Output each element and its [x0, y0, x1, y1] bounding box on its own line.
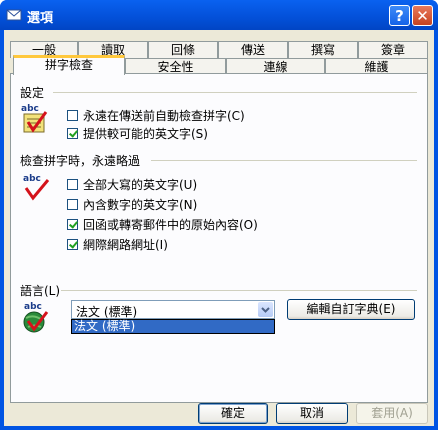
checkbox-box[interactable] [67, 219, 78, 230]
suggest-replacements-checkbox[interactable]: 提供較可能的英文字(S) [67, 125, 208, 142]
language-select[interactable]: 法文 (標準) [71, 300, 275, 319]
checkbox-box[interactable] [67, 199, 78, 210]
window-title: 選項 [27, 11, 54, 26]
checkbox-box[interactable] [67, 110, 78, 121]
settings-group-title: 設定 [20, 86, 45, 100]
dialog-client: 一般 讀取 回條 傳送 撰寫 簽章 拼字檢查 安全性 連線 維護 設定 abc [4, 30, 434, 426]
language-dropdown-list: 法文 (標準) [71, 319, 275, 334]
ignore-divider [151, 160, 417, 161]
tab-compose[interactable]: 撰寫 [288, 41, 358, 58]
checkbox-label: 提供較可能的英文字(S) [83, 127, 208, 141]
checkbox-box[interactable] [67, 179, 78, 190]
edit-custom-dictionary-button[interactable]: 編輯自訂字典(E) [287, 299, 415, 320]
svg-text:abc: abc [24, 302, 42, 312]
ignore-uppercase-checkbox[interactable]: 全部大寫的英文字(U) [67, 176, 197, 193]
settings-divider [53, 92, 417, 93]
ignore-group-title: 檢查拼字時，永遠略過 [20, 154, 141, 168]
checkbox-label: 網際網路網址(I) [83, 238, 168, 252]
ignore-numbers-checkbox[interactable]: 內含數字的英文字(N) [67, 196, 197, 213]
spelling-check-icon: abc [23, 174, 50, 201]
close-button[interactable]: ✕ [412, 5, 433, 26]
checkbox-label: 內含數字的英文字(N) [83, 198, 198, 212]
options-window: 選項 ? ✕ 一般 讀取 回條 傳送 撰寫 簽章 拼字檢查 安全性 連線 維護 … [0, 0, 438, 430]
language-divider [61, 290, 417, 291]
ok-button[interactable]: 確定 [198, 403, 268, 424]
ignore-internet-addresses-checkbox[interactable]: 網際網路網址(I) [67, 236, 168, 253]
ignore-original-text-checkbox[interactable]: 回函或轉寄郵件中的原始內容(O) [67, 216, 258, 233]
tab-panel: 設定 abc 永遠在傳送前自動檢查拼字(C) 提供較可能的英文字(S) 檢查拼字… [10, 73, 428, 403]
tab-receipts[interactable]: 回條 [148, 41, 218, 58]
tab-send[interactable]: 傳送 [218, 41, 288, 58]
svg-text:abc: abc [21, 104, 39, 114]
language-group-title: 語言(L) [20, 284, 61, 298]
outlook-express-icon [6, 9, 22, 21]
checkbox-box[interactable] [67, 128, 78, 139]
tab-signatures[interactable]: 簽章 [358, 41, 428, 58]
language-option[interactable]: 法文 (標準) [72, 320, 274, 333]
apply-button[interactable]: 套用(A) [356, 403, 428, 424]
checkbox-label: 全部大寫的英文字(U) [83, 178, 198, 192]
language-globe-icon: abc [23, 302, 49, 333]
spelling-notepad-icon: abc [21, 104, 48, 133]
chevron-down-icon[interactable] [258, 302, 273, 317]
title-bar: 選項 ? ✕ [0, 0, 438, 30]
tab-spelling[interactable]: 拼字檢查 [13, 55, 125, 75]
checkbox-label: 永遠在傳送前自動檢查拼字(C) [83, 109, 245, 123]
checkbox-label: 回函或轉寄郵件中的原始內容(O) [83, 218, 258, 232]
help-button[interactable]: ? [389, 5, 410, 26]
language-select-value: 法文 (標準) [76, 305, 138, 319]
svg-text:abc: abc [23, 174, 41, 184]
always-check-before-send-checkbox[interactable]: 永遠在傳送前自動檢查拼字(C) [67, 107, 245, 124]
cancel-button[interactable]: 取消 [276, 403, 348, 424]
checkbox-box[interactable] [67, 239, 78, 250]
